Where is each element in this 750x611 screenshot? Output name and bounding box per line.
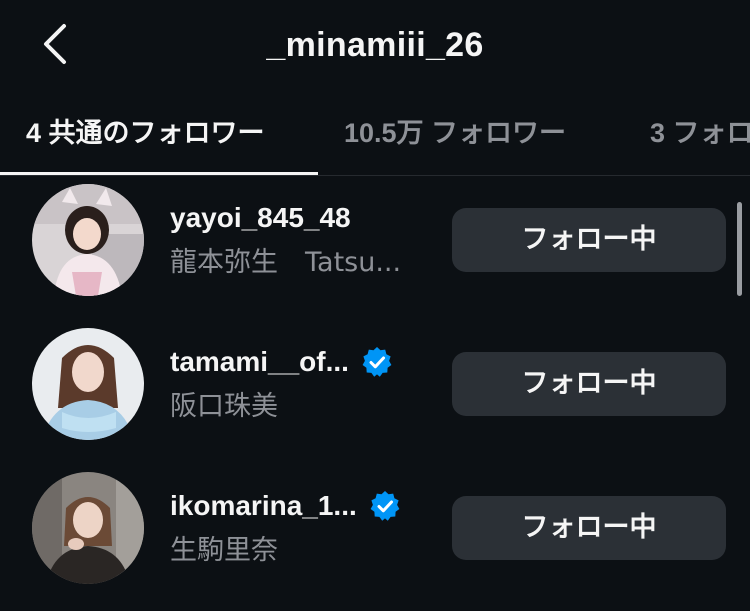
- tab-following[interactable]: 3 フォロー中: [650, 106, 750, 172]
- avatar[interactable]: [32, 184, 144, 296]
- username-link[interactable]: yayoi_845_48: [170, 198, 351, 238]
- page-title: _minamiii_26: [266, 26, 484, 64]
- list-item: yayoi_845_48 龍本弥生 Tatsu... フォロー中: [0, 176, 750, 320]
- following-button[interactable]: フォロー中: [452, 496, 726, 560]
- scrollbar[interactable]: [737, 202, 742, 296]
- following-button[interactable]: フォロー中: [452, 352, 726, 416]
- avatar[interactable]: [32, 472, 144, 584]
- username-link[interactable]: ikomarina_1...: [170, 486, 401, 526]
- avatar[interactable]: [32, 328, 144, 440]
- username: yayoi_845_48: [170, 202, 351, 233]
- following-button[interactable]: フォロー中: [452, 208, 726, 272]
- username-link[interactable]: tamami__of...: [170, 342, 393, 382]
- username: tamami__of...: [170, 346, 349, 377]
- list-item: tamami__of... 阪口珠美 フォロー中: [0, 320, 750, 464]
- verified-badge-icon: [361, 346, 393, 378]
- full-name: 生駒里奈: [170, 535, 278, 566]
- username: ikomarina_1...: [170, 490, 357, 521]
- tab-mutual-followers[interactable]: 4 共通のフォロワー: [26, 106, 265, 172]
- verified-badge-icon: [369, 490, 401, 522]
- full-name: 龍本弥生 Tatsu...: [170, 247, 402, 278]
- tab-followers[interactable]: 10.5万 フォロワー: [344, 106, 566, 172]
- header: _minamiii_26: [0, 0, 750, 96]
- full-name: 阪口珠美: [170, 391, 278, 422]
- tab-bar: 4 共通のフォロワー 10.5万 フォロワー 3 フォロー中: [0, 106, 750, 176]
- list-item: ikomarina_1... 生駒里奈 フォロー中: [0, 464, 750, 608]
